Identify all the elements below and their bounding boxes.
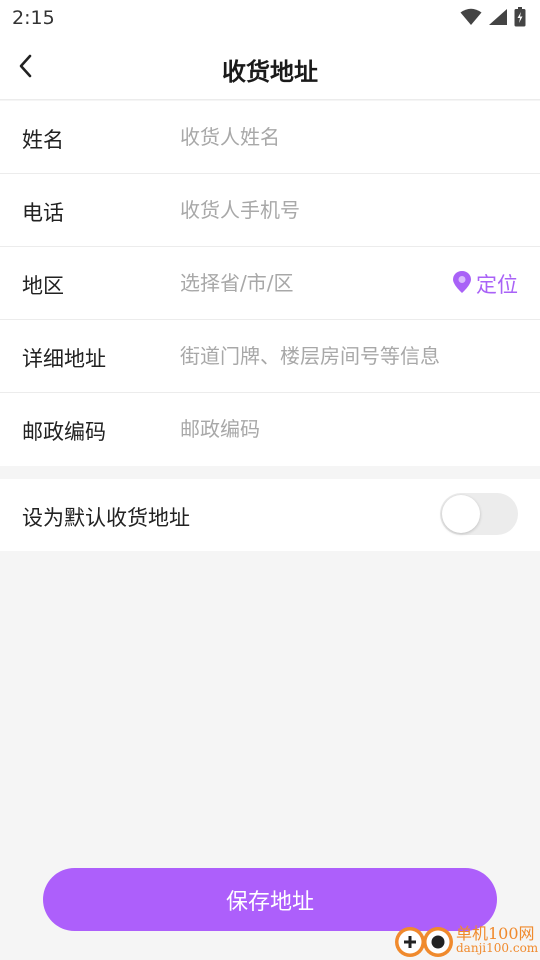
default-address-label: 设为默认收货地址 <box>22 506 190 530</box>
locate-button[interactable]: 定位 <box>452 269 518 299</box>
location-pin-icon <box>452 270 472 298</box>
wifi-icon <box>460 8 482 30</box>
detail-row: 详细地址 <box>0 320 540 393</box>
status-time: 2:15 <box>12 7 55 29</box>
default-address-row: 设为默认收货地址 <box>0 479 540 551</box>
detail-label: 详细地址 <box>22 347 106 371</box>
toggle-knob <box>442 495 480 533</box>
phone-input[interactable] <box>180 192 520 228</box>
status-icons <box>460 7 526 31</box>
postcode-label: 邮政编码 <box>22 420 106 444</box>
region-label: 地区 <box>22 274 64 298</box>
watermark-logo-icon <box>395 927 453 957</box>
region-select[interactable] <box>180 265 430 301</box>
battery-icon <box>514 7 526 31</box>
postcode-row: 邮政编码 <box>0 393 540 466</box>
name-label: 姓名 <box>22 128 64 152</box>
detail-input[interactable] <box>180 338 520 374</box>
signal-icon <box>488 8 508 30</box>
page-title: 收货地址 <box>222 58 318 86</box>
address-form: 姓名 电话 地区 定位 详细地址 邮政编码 <box>0 101 540 466</box>
name-input[interactable] <box>180 119 520 155</box>
watermark-url: danji100.com <box>456 941 539 955</box>
locate-label: 定位 <box>476 273 518 297</box>
name-row: 姓名 <box>0 101 540 174</box>
region-row: 地区 定位 <box>0 247 540 320</box>
nav-bar: 收货地址 <box>0 36 540 100</box>
phone-row: 电话 <box>0 174 540 247</box>
status-bar: 2:15 <box>0 0 540 36</box>
default-address-toggle[interactable] <box>440 493 518 535</box>
phone-label: 电话 <box>22 201 64 225</box>
postcode-input[interactable] <box>180 411 520 447</box>
watermark: 单机100网 danji100.com <box>392 918 540 960</box>
